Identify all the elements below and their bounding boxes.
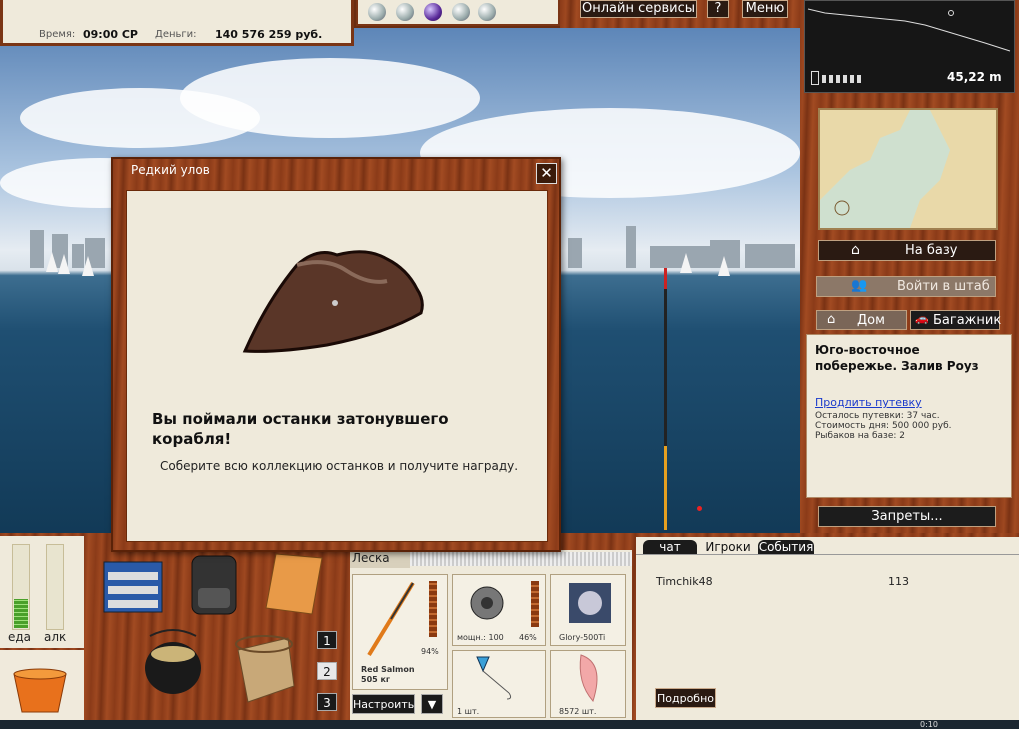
- location-title: Юго-восточное побережье. Залив Роуз: [815, 343, 979, 373]
- keepnet-icon[interactable]: [228, 630, 300, 706]
- player-stats-panel: Время: 09:00 СР Деньги: 140 576 259 руб.: [0, 0, 354, 46]
- status-bar: 0:10: [0, 720, 1019, 729]
- needs-panel: еда алк: [0, 536, 84, 648]
- home-button[interactable]: ⌂ Дом: [816, 310, 907, 330]
- battery-icon: [811, 71, 862, 85]
- rod-slot[interactable]: 94% Red Salmon 505 кг: [352, 574, 448, 690]
- home-icon: ⌂: [827, 312, 836, 327]
- backpack-icon[interactable]: [186, 552, 242, 618]
- float-icon: [697, 506, 702, 511]
- time-label: Время:: [39, 29, 76, 40]
- day-cost: Стоимость дня: 500 000 руб.: [815, 421, 952, 431]
- slot-2-button[interactable]: 2: [317, 662, 337, 680]
- extend-ticket-link[interactable]: Продлить путевку: [815, 396, 1003, 409]
- rod-icon: [367, 581, 415, 657]
- time-value: 09:00 СР: [83, 28, 138, 41]
- rod-wear-gauge: [429, 581, 437, 637]
- map-coastline: [820, 110, 996, 228]
- line-tension-bar: [410, 552, 632, 566]
- location-map[interactable]: [818, 108, 998, 230]
- to-base-label: На базу: [905, 243, 958, 258]
- tab-players[interactable]: Игроки: [701, 540, 755, 554]
- fishermen-count: Рыбаков на базе: 2: [815, 431, 905, 441]
- pirate-hat-icon: [242, 250, 424, 353]
- dialog-title: Редкий улов: [131, 163, 210, 177]
- line-name: Glory-500Ti: [559, 633, 606, 642]
- details-button[interactable]: Подробно: [655, 688, 716, 708]
- tab-divider: [636, 554, 1019, 555]
- bans-button[interactable]: Запреты...: [818, 506, 996, 527]
- close-button[interactable]: ✕: [536, 163, 557, 184]
- depth-value: 45,22 m: [947, 70, 1002, 84]
- menu-button[interactable]: Меню: [742, 0, 788, 18]
- dialog-headline: Вы поймали останки затонувшего корабля!: [152, 410, 449, 448]
- line-slot[interactable]: Glory-500Ti: [550, 574, 626, 646]
- slot-1-button[interactable]: 1: [317, 631, 337, 649]
- lure-icon[interactable]: [478, 3, 496, 21]
- trunk-button[interactable]: 🚗 Багажник: [910, 310, 1002, 330]
- line-label-box: Леска: [350, 550, 410, 568]
- tackle-box-icon[interactable]: [100, 552, 166, 618]
- reel-slot[interactable]: мощн.: 100 46%: [452, 574, 546, 646]
- reel-percent: 46%: [519, 633, 537, 642]
- lure-icon[interactable]: [452, 3, 470, 21]
- reel-wear-gauge: [531, 581, 539, 627]
- setup-button[interactable]: Настроить: [352, 694, 415, 714]
- lure-icon[interactable]: [424, 3, 442, 21]
- notebook-icon[interactable]: [262, 552, 328, 618]
- trunk-label: Багажник: [933, 313, 1002, 328]
- enter-hq-button[interactable]: 👥 Войти в штаб: [816, 276, 996, 297]
- hook-rig-icon: [476, 656, 512, 700]
- fish-fillet-icon: [579, 654, 598, 702]
- depth-graph: 45,22 m: [804, 0, 1015, 93]
- food-label: еда: [8, 630, 32, 644]
- player-value: 113: [888, 575, 909, 588]
- bait-slot[interactable]: 8572 шт.: [550, 650, 626, 718]
- alco-label: алк: [44, 630, 67, 644]
- reel-icon: [470, 586, 504, 620]
- food-bar: [12, 544, 30, 630]
- cabin-icon: ⌂: [851, 242, 860, 258]
- dialog-body: Вы поймали останки затонувшего корабля! …: [126, 190, 548, 542]
- money-label: Деньги:: [155, 29, 197, 40]
- lure-icon[interactable]: [368, 3, 386, 21]
- lure-icon[interactable]: [396, 3, 414, 21]
- help-button[interactable]: ?: [707, 0, 729, 18]
- rare-catch-dialog: Редкий улов ✕ Вы поймали останки затонув…: [111, 157, 561, 552]
- setup-dropdown-button[interactable]: ▼: [421, 694, 443, 714]
- money-value: 140 576 259 руб.: [215, 28, 323, 41]
- hook-slot[interactable]: 1 шт.: [452, 650, 546, 718]
- fishing-line-spool-icon: [569, 583, 611, 623]
- fishing-rod: [664, 268, 667, 530]
- bait-count: 8572 шт.: [559, 707, 597, 716]
- tab-events[interactable]: События: [758, 540, 814, 554]
- cooking-pot-icon[interactable]: [140, 628, 206, 704]
- player-name[interactable]: Timchik48: [656, 575, 713, 588]
- tab-chat[interactable]: чат: [643, 540, 697, 554]
- dialog-text: Соберите всю коллекцию останков и получи…: [160, 459, 519, 473]
- online-services-button[interactable]: Онлайн сервисы: [580, 0, 697, 18]
- rod-percent: 94%: [421, 647, 439, 656]
- slot-3-button[interactable]: 3: [317, 693, 337, 711]
- reel-power: мощн.: 100: [457, 633, 504, 642]
- rod-name: Red Salmon: [361, 665, 415, 674]
- location-info-panel: Юго-восточное побережье. Залив Роуз Прод…: [806, 334, 1012, 498]
- hook-count: 1 шт.: [457, 707, 480, 716]
- status-clock: 0:10: [920, 720, 938, 729]
- ticket-remaining: Осталось путевки: 37 час.: [815, 411, 940, 421]
- rod-weight: 505 кг: [361, 675, 391, 684]
- bucket-icon: [13, 668, 67, 713]
- enter-hq-label: Войти в штаб: [897, 279, 990, 294]
- people-icon: 👥: [851, 278, 868, 293]
- car-icon: 🚗: [915, 312, 929, 325]
- to-base-button[interactable]: ⌂ На базу: [818, 240, 996, 261]
- bucket-slot[interactable]: [0, 650, 84, 720]
- alco-bar: [46, 544, 64, 630]
- lure-quickbar: [356, 0, 560, 26]
- line-label: Леска: [352, 551, 390, 565]
- home-label: Дом: [857, 313, 885, 328]
